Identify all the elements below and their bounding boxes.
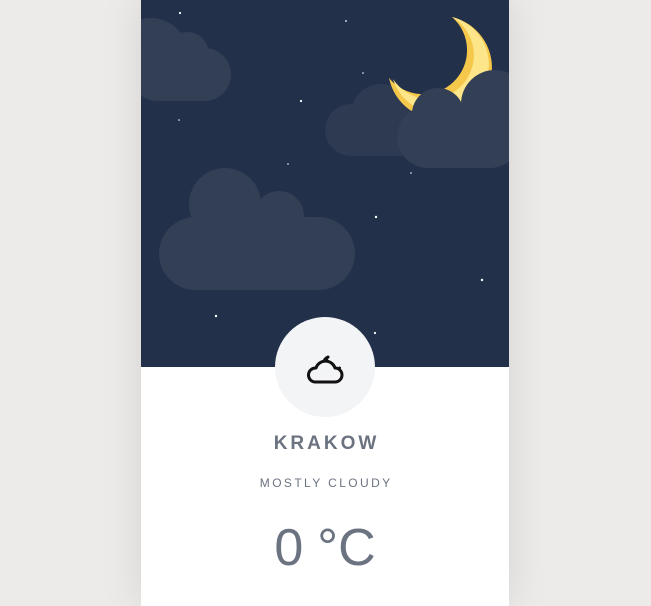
temperature-unit: °C [317, 519, 376, 577]
weather-card: KRAKOW MOSTLY CLOUDY 0 °C [141, 0, 509, 606]
weather-condition: MOSTLY CLOUDY [259, 476, 393, 490]
star [410, 172, 412, 174]
city-name: KRAKOW [273, 433, 380, 454]
star [287, 163, 289, 165]
star [362, 72, 364, 74]
star [178, 11, 182, 15]
weather-icon-badge [275, 317, 375, 417]
temperature: 0 °C [141, 522, 509, 574]
star [178, 119, 180, 121]
star [480, 278, 484, 282]
star [374, 215, 378, 219]
star [214, 314, 218, 318]
star [299, 99, 303, 103]
star [373, 331, 377, 335]
temperature-value: 0 [274, 519, 304, 577]
night-sky-illustration [141, 0, 509, 367]
star [345, 20, 347, 22]
cloud-moon-icon [307, 355, 344, 384]
